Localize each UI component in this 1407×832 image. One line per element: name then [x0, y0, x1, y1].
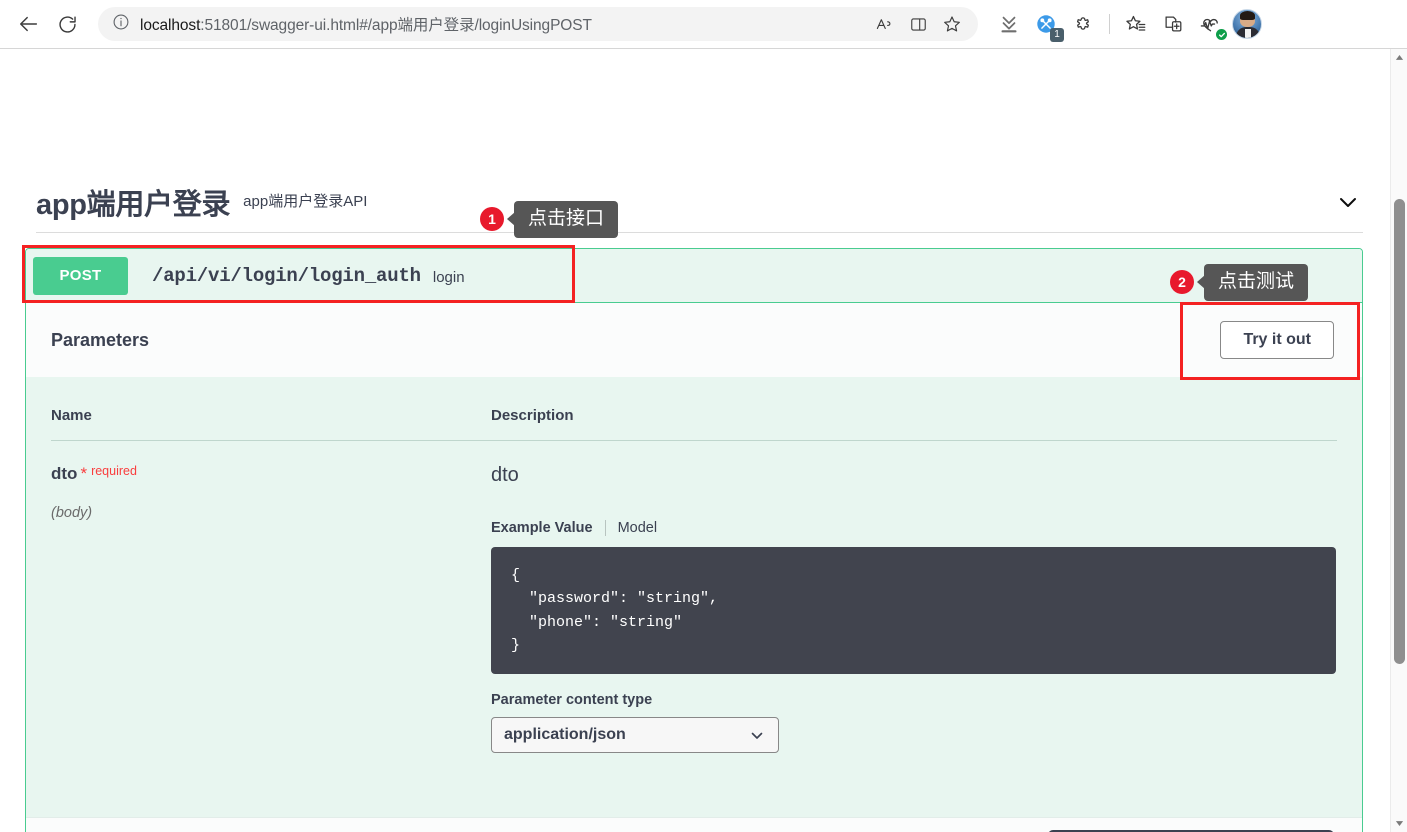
browser-actions: 1 — [992, 7, 1264, 42]
table-header-row: Name Description — [51, 407, 1337, 441]
toolbar-divider — [1109, 14, 1110, 34]
extensions-icon[interactable] — [1066, 7, 1100, 41]
browser-toolbar: localhost:51801/swagger-ui.html#/app端用户登… — [0, 0, 1407, 49]
tab-example-value[interactable]: Example Value — [491, 520, 593, 536]
avatar — [1232, 9, 1262, 39]
collections-split-icon[interactable]: 1 — [1029, 7, 1064, 42]
parameter-description-cell: dto Example Value Model { "password": "s… — [491, 441, 1337, 753]
chevron-down-icon[interactable] — [1333, 187, 1363, 217]
http-method-badge: POST — [33, 256, 128, 295]
example-value-code[interactable]: { "password": "string", "phone": "string… — [491, 547, 1336, 674]
tag-description: app端用户登录API — [243, 193, 368, 210]
page-viewport: app端用户登录 app端用户登录API POST /api/vi/login/… — [0, 49, 1407, 832]
back-button[interactable] — [10, 5, 48, 43]
collections-badge: 1 — [1050, 28, 1064, 42]
site-info-icon[interactable] — [112, 13, 130, 36]
essentials-status-badge — [1216, 29, 1227, 40]
downloads-icon[interactable] — [992, 7, 1026, 41]
url-host: localhost — [140, 17, 201, 34]
omnibox-actions — [868, 9, 968, 39]
split-screen-icon[interactable] — [902, 9, 934, 39]
parameters-table: Name Description dto * required (body) d… — [51, 407, 1337, 753]
annotation-1: 1 点击接口 — [480, 201, 619, 238]
scroll-down-arrow-icon[interactable] — [1391, 815, 1407, 832]
annotation-tooltip-1: 点击接口 — [506, 201, 619, 238]
annotation-tooltip-2: 点击测试 — [1196, 264, 1309, 301]
tag-header[interactable]: app端用户登录 app端用户登录API — [36, 171, 1363, 233]
address-bar[interactable]: localhost:51801/swagger-ui.html#/app端用户登… — [98, 7, 978, 41]
annotation-2: 2 点击测试 — [1170, 264, 1309, 301]
url-path: :51801/swagger-ui.html#/app端用户登录/loginUs… — [200, 17, 592, 34]
column-header-name: Name — [51, 407, 491, 441]
required-label: required — [91, 464, 137, 478]
operation-summary[interactable]: POST /api/vi/login/login_auth login — [26, 249, 1362, 303]
add-favorite-icon[interactable] — [936, 9, 968, 39]
responses-header: Responses Response content type */* — [26, 817, 1362, 832]
page-title: app端用户登录 — [36, 188, 231, 221]
favorites-icon[interactable] — [1119, 7, 1153, 41]
swagger-ui: app端用户登录 app端用户登录API POST /api/vi/login/… — [0, 49, 1390, 832]
parameters-section: Name Description dto * required (body) d… — [26, 377, 1362, 817]
example-model-tabs: Example Value Model — [491, 520, 1337, 536]
reload-button[interactable] — [48, 5, 86, 43]
page-scrollbar[interactable] — [1390, 49, 1407, 832]
parameter-name-cell: dto * required (body) — [51, 441, 491, 754]
parameter-content-type-select[interactable]: application/json — [491, 717, 779, 753]
collections-icon[interactable] — [1156, 7, 1190, 41]
operation-summary-text: login — [432, 268, 465, 286]
try-it-out-button[interactable]: Try it out — [1220, 321, 1334, 359]
profile-button[interactable] — [1230, 7, 1264, 41]
operation-block-post-login-auth: POST /api/vi/login/login_auth login Para… — [25, 248, 1363, 832]
parameter-name: dto — [51, 464, 78, 483]
tab-model[interactable]: Model — [618, 520, 658, 536]
scroll-up-arrow-icon[interactable] — [1391, 49, 1407, 66]
required-star: * — [80, 464, 88, 483]
scrollbar-thumb[interactable] — [1394, 199, 1405, 664]
parameters-header: Parameters Try it out — [26, 303, 1362, 377]
parameters-title: Parameters — [51, 329, 150, 350]
tab-divider — [604, 520, 606, 536]
annotation-badge-2: 2 — [1170, 270, 1194, 295]
parameter-content-type-label: Parameter content type — [491, 692, 653, 708]
url-text[interactable]: localhost:51801/swagger-ui.html#/app端用户登… — [140, 13, 868, 35]
annotation-badge-1: 1 — [480, 207, 504, 232]
parameter-content-type-value: application/json — [504, 726, 626, 743]
parameter-in: (body) — [51, 505, 93, 521]
parameters-spacer — [51, 753, 1337, 817]
operation-path: /api/vi/login/login_auth — [152, 264, 421, 287]
read-aloud-icon[interactable] — [868, 9, 900, 39]
chevron-down-icon — [748, 726, 766, 744]
table-row: dto*required (body) dto Example Value — [51, 441, 1337, 754]
column-header-description: Description — [491, 407, 1337, 441]
operation-body: Parameters Try it out Name Description d… — [26, 303, 1362, 832]
browser-essentials-icon[interactable] — [1193, 7, 1227, 41]
parameter-description: dto — [491, 464, 519, 486]
